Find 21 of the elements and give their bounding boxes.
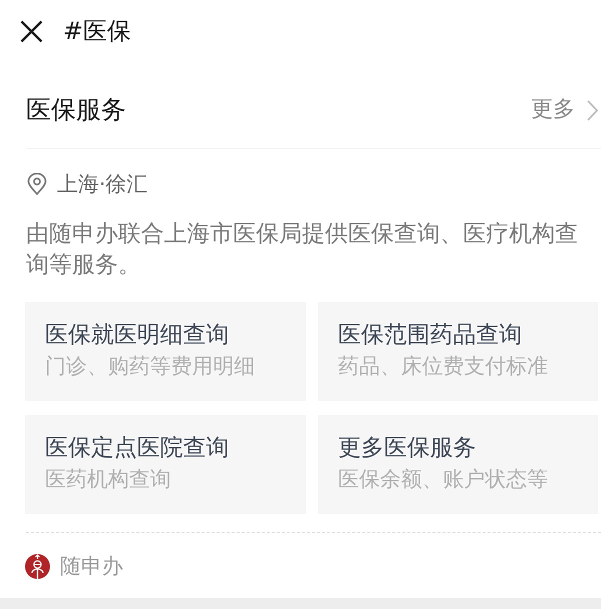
close-icon[interactable] [20,20,43,42]
service-title: 医保就医明细查询 [45,321,229,350]
logo-icon [25,554,50,578]
section-title: 医保服务 [26,94,126,126]
service-title: 医保范围药品查询 [338,321,522,350]
service-description: 药品、床位费支付标准 [338,353,548,380]
page-title: #医保 [63,16,132,46]
service-card[interactable]: 医保范围药品查询 药品、床位费支付标准 [318,302,598,401]
chevron-right-icon [587,100,598,120]
service-card[interactable]: 医保定点医院查询 医药机构查询 [25,415,306,514]
location-text: 上海·徐汇 [57,171,148,197]
service-description: 医药机构查询 [45,466,171,493]
location-pin-icon [27,173,47,195]
service-card[interactable]: 医保就医明细查询 门诊、购药等费用明细 [25,302,306,401]
service-title: 医保定点医院查询 [45,434,229,463]
description-text: 由随申办联合上海市医保局提供医保查询、医疗机构查询等服务。 [26,220,579,280]
source-label: 随申办 [60,553,123,579]
service-description: 门诊、购药等费用明细 [45,353,255,380]
service-title: 更多医保服务 [338,434,476,463]
service-card[interactable]: 更多医保服务 医保余额、账户状态等 [318,415,598,514]
service-description: 医保余额、账户状态等 [338,466,548,493]
